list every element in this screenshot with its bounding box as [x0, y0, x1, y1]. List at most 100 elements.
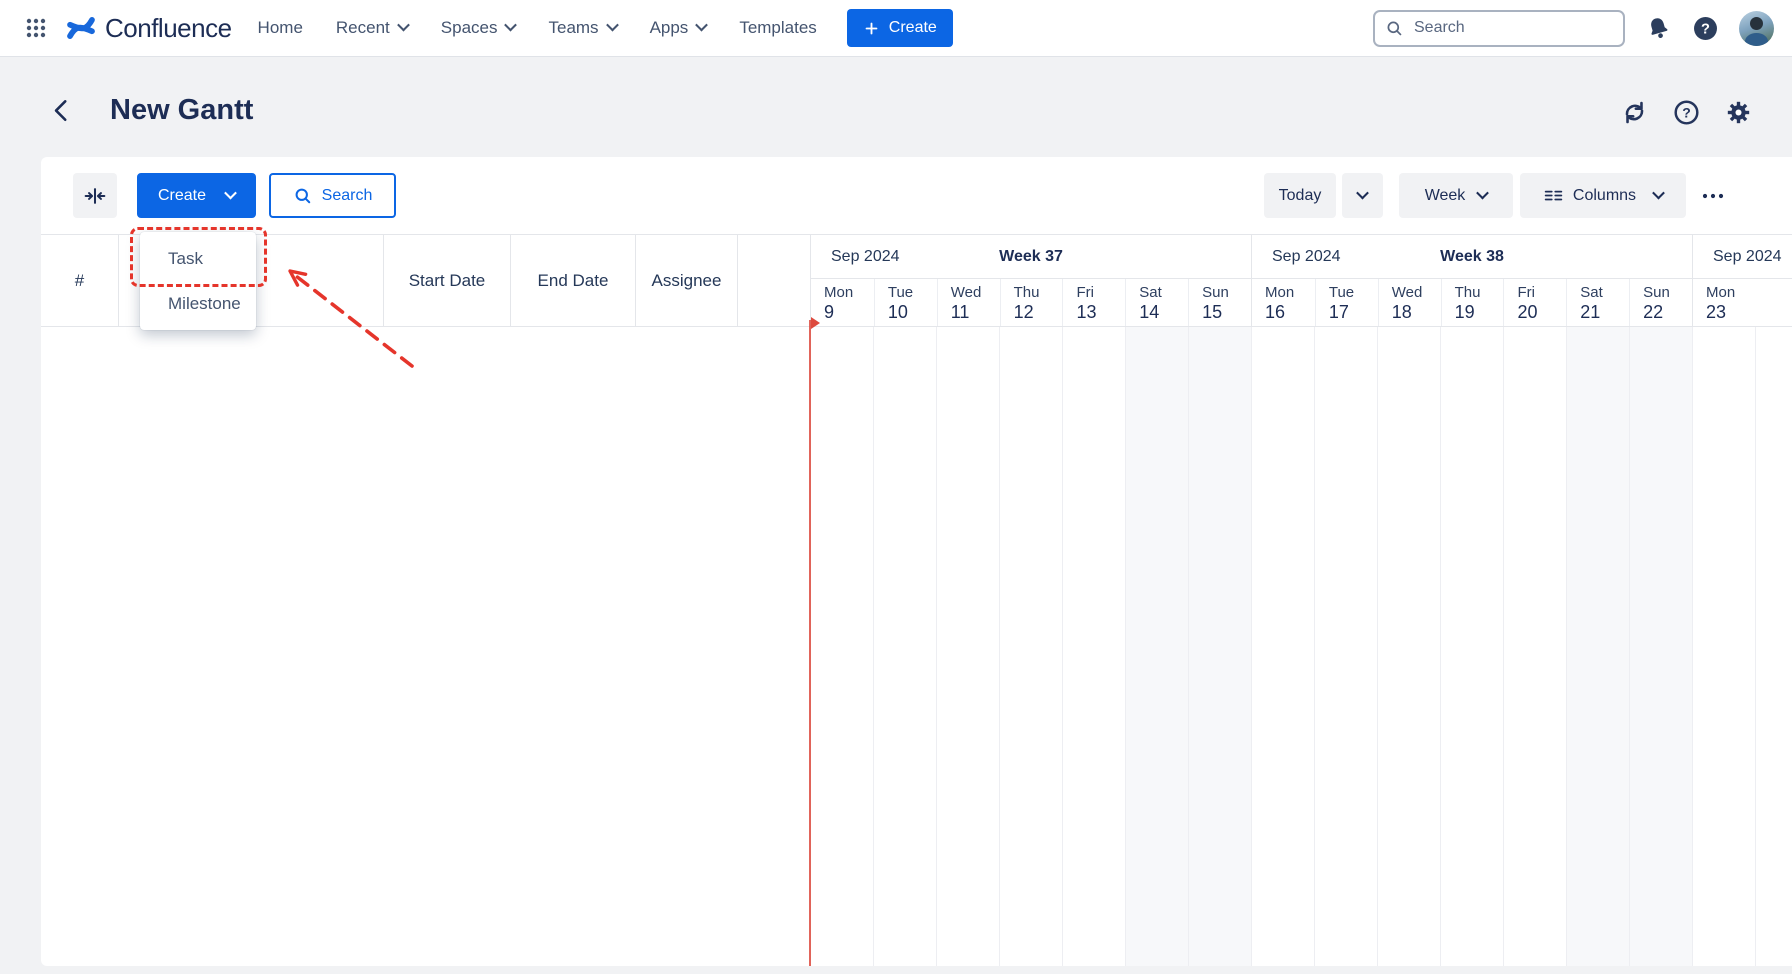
global-search[interactable]	[1373, 10, 1625, 47]
timeline-column	[1692, 327, 1755, 966]
help-page-button[interactable]: ?	[1670, 96, 1702, 128]
day-header-cell: Fri20	[1503, 279, 1566, 326]
nav-item-spaces[interactable]: Spaces	[441, 18, 516, 38]
search-icon	[1385, 19, 1404, 38]
more-options-button[interactable]	[1694, 173, 1732, 218]
timeline-column	[1314, 327, 1377, 966]
day-number: 21	[1580, 302, 1629, 323]
day-name: Sat	[1580, 284, 1629, 301]
column-header-End Date: End Date	[510, 235, 635, 326]
columns-button[interactable]: Columns	[1520, 173, 1686, 218]
day-header-cell: Sun15	[1188, 279, 1251, 326]
month-label: Sep 2024	[1713, 248, 1782, 266]
sync-arrows-icon	[1621, 99, 1648, 126]
nav-item-home[interactable]: Home	[258, 18, 303, 38]
gantt-body	[41, 327, 1792, 966]
day-name: Mon	[1265, 284, 1315, 301]
brand-wordmark: Confluence	[105, 13, 232, 44]
day-name: Mon	[1706, 284, 1756, 301]
chevron-down-icon	[1356, 187, 1369, 200]
collapse-panel-button[interactable]	[73, 173, 117, 218]
back-button[interactable]	[44, 92, 80, 128]
day-header-cell: Wed18	[1378, 279, 1441, 326]
question-circle-outline-icon: ?	[1673, 99, 1700, 126]
day-number: 22	[1643, 302, 1692, 323]
day-header-cell: Sat14	[1125, 279, 1188, 326]
bell-icon	[1645, 15, 1672, 42]
notifications-button[interactable]	[1645, 15, 1672, 42]
columns-icon	[1543, 185, 1564, 206]
day-number: 16	[1265, 302, 1315, 323]
chevron-down-icon	[224, 186, 237, 199]
settings-button[interactable]	[1722, 96, 1754, 128]
confluence-logo[interactable]: Confluence	[66, 13, 232, 44]
day-number: 13	[1076, 302, 1125, 323]
refresh-button[interactable]	[1618, 96, 1650, 128]
nav-item-teams[interactable]: Teams	[548, 18, 616, 38]
timeline-month-row: Sep 2024Week 38	[1252, 235, 1692, 279]
day-header-cell: Wed11	[937, 279, 1000, 326]
column-header-Assignee: Assignee	[635, 235, 737, 326]
timeline-column	[1125, 327, 1188, 966]
day-name: Wed	[1392, 284, 1441, 301]
timeline-week-header: Sep 2024Week 37Mon9Tue10Wed11Thu12Fri13S…	[810, 235, 1251, 326]
today-marker-flag-icon	[811, 317, 820, 329]
create-dropdown-menu: Task Milestone	[140, 232, 256, 330]
day-name: Tue	[888, 284, 937, 301]
timeline-column	[810, 327, 873, 966]
page-title: New Gantt	[110, 92, 253, 128]
grid-dots-icon	[24, 16, 48, 40]
day-number: 17	[1329, 302, 1378, 323]
day-header-cell: Mon23	[1693, 279, 1756, 326]
plus-icon	[863, 20, 880, 37]
gear-icon	[1725, 99, 1752, 126]
chevron-down-icon	[505, 19, 518, 32]
ellipsis-icon	[1701, 184, 1725, 208]
svg-text:?: ?	[1682, 104, 1691, 120]
question-circle-icon: ?	[1692, 15, 1719, 42]
menu-item-milestone[interactable]: Milestone	[140, 281, 256, 326]
day-name: Sun	[1643, 284, 1692, 301]
top-navigation: Confluence Home Recent Spaces Teams Apps Temp…	[0, 0, 1792, 57]
app-switcher-button[interactable]	[18, 10, 54, 46]
day-number: 10	[888, 302, 937, 323]
day-header-cell: Tue17	[1315, 279, 1378, 326]
timeline-column	[1503, 327, 1566, 966]
timeline-week-header: Sep 2024 Mon23	[1692, 235, 1792, 326]
day-name: Thu	[1014, 284, 1063, 301]
day-header-cell: Tue10	[874, 279, 937, 326]
timeline-column	[1062, 327, 1125, 966]
profile-avatar[interactable]	[1739, 11, 1774, 46]
day-name: Fri	[1076, 284, 1125, 301]
nav-item-apps[interactable]: Apps	[650, 18, 707, 38]
today-dropdown-button[interactable]	[1342, 173, 1383, 218]
timeline-column	[1377, 327, 1440, 966]
confluence-mark-icon	[66, 13, 96, 43]
create-button[interactable]: Create	[137, 173, 256, 218]
day-header-cell: Sat21	[1566, 279, 1629, 326]
help-button[interactable]: ?	[1692, 15, 1719, 42]
menu-item-task[interactable]: Task	[140, 236, 256, 281]
timescale-button[interactable]: Week	[1399, 173, 1513, 218]
chevron-down-icon	[606, 19, 619, 32]
day-header-cell: Mon9	[811, 279, 874, 326]
day-name: Sat	[1139, 284, 1188, 301]
search-input[interactable]	[1412, 18, 1613, 38]
day-number: 15	[1202, 302, 1251, 323]
timeline-week-header: Sep 2024Week 38Mon16Tue17Wed18Thu19Fri20…	[1251, 235, 1692, 326]
timeline-column	[936, 327, 999, 966]
timeline-column	[1188, 327, 1251, 966]
nav-item-templates[interactable]: Templates	[739, 18, 816, 38]
day-number: 23	[1706, 302, 1756, 323]
day-header-cell: Thu19	[1441, 279, 1504, 326]
nav-create-button[interactable]: Create	[847, 9, 953, 47]
search-tasks-button[interactable]: Search	[269, 173, 396, 218]
chevron-down-icon	[1476, 186, 1489, 199]
day-name: Thu	[1455, 284, 1504, 301]
day-number: 20	[1517, 302, 1566, 323]
nav-item-recent[interactable]: Recent	[336, 18, 408, 38]
day-number: 14	[1139, 302, 1188, 323]
day-name: Tue	[1329, 284, 1378, 301]
today-button[interactable]: Today	[1264, 173, 1336, 218]
column-header-Start Date: Start Date	[383, 235, 510, 326]
